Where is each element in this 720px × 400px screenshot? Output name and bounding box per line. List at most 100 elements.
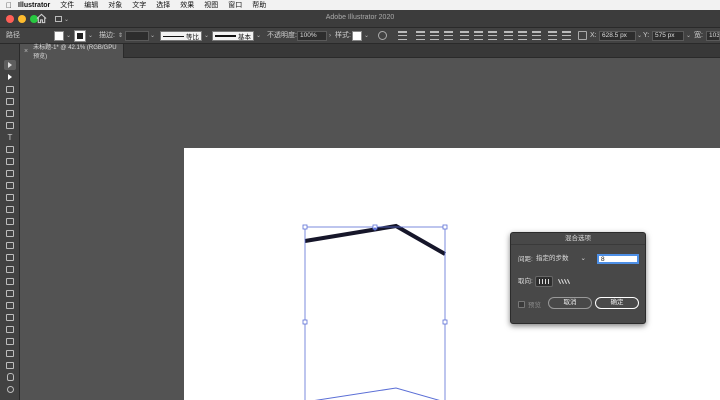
artboard-tool-icon[interactable]	[4, 348, 16, 358]
align-right-icon[interactable]	[444, 31, 453, 40]
spacing-select[interactable]: 指定的步数 ⌄	[536, 254, 586, 264]
fill-color-swatch[interactable]	[54, 31, 64, 41]
steps-input[interactable]: 8	[597, 254, 639, 264]
distribute-bottom-icon[interactable]	[532, 31, 541, 40]
chevron-down-icon: ⌄	[64, 16, 70, 23]
menu-select[interactable]: 选择	[156, 0, 170, 10]
paintbrush-tool-icon[interactable]	[4, 168, 16, 178]
rectangle-tool-icon[interactable]	[4, 156, 16, 166]
chevron-down-icon[interactable]: ⌄	[88, 31, 93, 41]
align-top-icon[interactable]	[460, 31, 469, 40]
menu-help[interactable]: 帮助	[252, 0, 266, 10]
pen-tool-icon[interactable]	[4, 108, 16, 118]
chevron-down-icon[interactable]: ⌄	[204, 31, 209, 41]
opacity-label: 不透明度:	[267, 32, 297, 39]
free-transform-tool-icon[interactable]	[4, 240, 16, 250]
orientation-label: 取向:	[518, 278, 533, 285]
document-tab-bar: × 未标题-1* @ 42.1% (RGB/GPU 预览)	[20, 44, 720, 60]
menu-view[interactable]: 视图	[204, 0, 218, 10]
column-graph-tool-icon[interactable]	[4, 336, 16, 346]
cancel-button[interactable]: 取消	[548, 297, 592, 309]
width-field[interactable]: 1037 px	[706, 31, 720, 41]
distribute-center-icon[interactable]	[518, 31, 527, 40]
zoom-tool-icon[interactable]	[4, 384, 16, 394]
chevron-down-icon[interactable]: ⌄	[150, 31, 155, 41]
graphic-style-swatch[interactable]	[352, 31, 362, 41]
chevron-down-icon[interactable]: ⌄	[364, 31, 369, 41]
distribute-left-icon[interactable]	[548, 31, 557, 40]
recolor-artwork-icon[interactable]	[378, 31, 387, 40]
symbol-sprayer-tool-icon[interactable]	[4, 324, 16, 334]
hand-tool-icon[interactable]	[4, 372, 16, 382]
shaper-tool-icon[interactable]	[4, 180, 16, 190]
align-middle-icon[interactable]	[474, 31, 483, 40]
eraser-tool-icon[interactable]	[4, 192, 16, 202]
home-icon[interactable]	[36, 13, 47, 24]
menu-window[interactable]: 窗口	[228, 0, 242, 10]
curvature-tool-icon[interactable]	[4, 120, 16, 130]
shape-builder-tool-icon[interactable]	[4, 252, 16, 262]
line-segment-tool-icon[interactable]	[4, 144, 16, 154]
brush-label: 基本	[238, 34, 251, 41]
spacing-select-value: 指定的步数	[536, 255, 569, 262]
chevron-down-icon[interactable]: ⌄	[256, 31, 261, 41]
blend-tool-icon[interactable]	[4, 312, 16, 322]
close-icon[interactable]: ×	[24, 48, 28, 55]
menu-effect[interactable]: 效果	[180, 0, 194, 10]
type-tool-icon[interactable]: T	[4, 132, 16, 142]
brush-definition[interactable]: 基本	[212, 31, 254, 41]
chevron-down-icon[interactable]: ⌄	[66, 31, 71, 41]
y-position-field[interactable]: 575 px	[652, 31, 684, 41]
menu-object[interactable]: 对象	[108, 0, 122, 10]
scale-tool-icon[interactable]	[4, 216, 16, 226]
menu-type[interactable]: 文字	[132, 0, 146, 10]
document-tab[interactable]: × 未标题-1* @ 42.1% (RGB/GPU 预览)	[20, 44, 124, 60]
stroke-weight-stepper[interactable]: ⇕	[118, 31, 123, 41]
ok-button[interactable]: 确定	[595, 297, 639, 309]
minimize-window-button[interactable]	[18, 15, 26, 23]
tools-panel: T	[0, 44, 20, 400]
menu-app-name[interactable]: Illustrator	[18, 2, 50, 9]
direct-selection-tool-icon[interactable]	[4, 72, 16, 82]
perspective-grid-tool-icon[interactable]	[4, 264, 16, 274]
checkbox-icon	[518, 300, 525, 308]
variable-width-profile[interactable]: 等比	[160, 31, 202, 41]
stroke-weight-field[interactable]	[125, 31, 149, 41]
eyedropper-tool-icon[interactable]	[4, 300, 16, 310]
dialog-title: 混合选项	[511, 233, 645, 245]
chevron-down-icon[interactable]: ⌄	[637, 31, 642, 41]
workspace-switcher-button[interactable]: ⌄	[55, 14, 71, 24]
selection-tool-icon[interactable]	[4, 60, 16, 70]
align-center-icon[interactable]	[430, 31, 439, 40]
gradient-tool-icon[interactable]	[4, 288, 16, 298]
apple-icon[interactable]: 	[0, 1, 18, 10]
lasso-tool-icon[interactable]	[4, 96, 16, 106]
mesh-tool-icon[interactable]	[4, 276, 16, 286]
chevron-down-icon[interactable]: ⌄	[686, 31, 691, 41]
rotate-tool-icon[interactable]	[4, 204, 16, 214]
profile-label: 等比	[186, 34, 199, 41]
distribute-top-icon[interactable]	[504, 31, 513, 40]
stroke-label[interactable]: 描边:	[99, 31, 115, 41]
slice-tool-icon[interactable]	[4, 360, 16, 370]
opacity-field[interactable]: 100%	[297, 31, 327, 41]
align-to-path-icon[interactable]	[555, 276, 573, 287]
close-window-button[interactable]	[6, 15, 14, 23]
align-left-icon[interactable]	[416, 31, 425, 40]
align-to-page-icon[interactable]	[535, 276, 553, 287]
w-label: 宽:	[694, 32, 703, 39]
menu-edit[interactable]: 编辑	[84, 0, 98, 10]
magic-wand-tool-icon[interactable]	[4, 84, 16, 94]
chevron-right-icon[interactable]: ›	[329, 31, 331, 41]
preview-checkbox[interactable]: 预览	[518, 299, 541, 309]
document-tab-label: 未标题-1* @ 42.1% (RGB/GPU 预览)	[33, 45, 117, 60]
align-to-selection-icon[interactable]	[398, 31, 407, 40]
distribute-horizontal-icon[interactable]	[562, 31, 571, 40]
width-tool-icon[interactable]	[4, 228, 16, 238]
align-bottom-icon[interactable]	[488, 31, 497, 40]
stroke-color-swatch[interactable]	[74, 30, 86, 42]
x-position-field[interactable]: 628.5 px	[599, 31, 636, 41]
menu-file[interactable]: 文件	[60, 0, 74, 10]
blend-options-dialog: 混合选项 间距: 指定的步数 ⌄ 8 取向: 预览 取消 确定	[510, 232, 646, 324]
transform-reference-point-icon[interactable]	[578, 31, 587, 40]
